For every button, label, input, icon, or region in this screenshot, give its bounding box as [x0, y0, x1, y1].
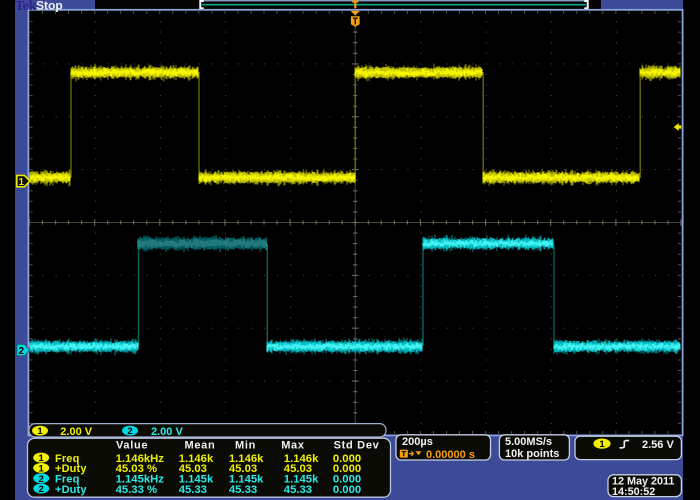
svg-text:10k points: 10k points [505, 448, 559, 460]
svg-text:Mean: Mean [185, 440, 216, 452]
svg-text:Max: Max [281, 440, 305, 452]
svg-text:45.33: 45.33 [284, 484, 312, 496]
svg-text:+Duty: +Duty [55, 484, 87, 496]
svg-text:200µs: 200µs [402, 436, 433, 448]
svg-text:0.00000 s: 0.00000 s [426, 449, 475, 461]
svg-text:Value: Value [116, 440, 148, 452]
svg-text:Std Dev: Std Dev [334, 440, 380, 452]
svg-text:Min: Min [235, 440, 256, 452]
svg-text:2: 2 [127, 426, 132, 437]
svg-text:45.33: 45.33 [229, 484, 257, 496]
svg-text:Tek: Tek [15, 0, 37, 13]
svg-text:14:50:52: 14:50:52 [612, 486, 655, 498]
svg-text:2.56 V: 2.56 V [642, 439, 674, 451]
svg-text:2: 2 [19, 346, 25, 357]
svg-text:1: 1 [37, 426, 43, 437]
svg-text:45.33: 45.33 [179, 484, 207, 496]
svg-text:2: 2 [39, 484, 44, 495]
svg-text:45.33 %: 45.33 % [116, 484, 157, 496]
svg-text:2.00 V: 2.00 V [60, 426, 92, 438]
svg-text:0.000: 0.000 [333, 484, 361, 496]
svg-text:1: 1 [19, 177, 25, 188]
svg-text:1: 1 [599, 439, 605, 450]
svg-text:2.00 V: 2.00 V [151, 426, 183, 438]
svg-text:Stop: Stop [36, 0, 63, 12]
svg-text:5.00MS/s: 5.00MS/s [505, 436, 552, 448]
